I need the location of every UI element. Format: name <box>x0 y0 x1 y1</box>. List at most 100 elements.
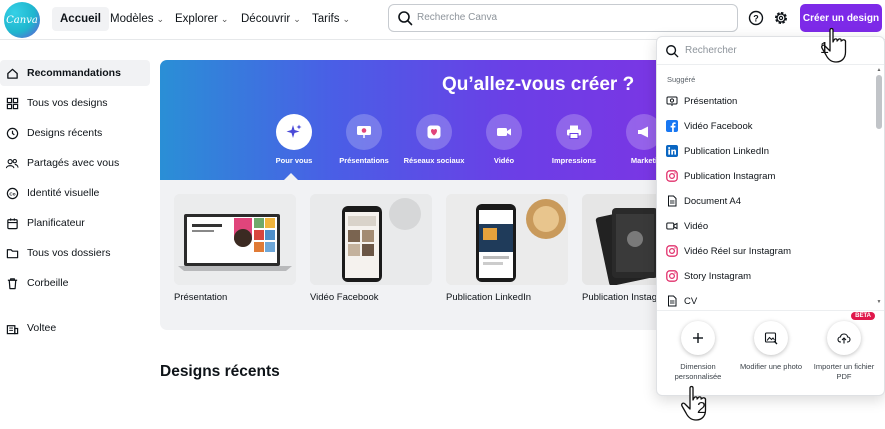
sidebar-item-label: Partagés avec vous <box>27 157 120 169</box>
action-label: Modifier une photo <box>739 362 803 371</box>
sidebar-item-shared[interactable]: Partagés avec vous <box>0 150 150 176</box>
step-2-annotation: 2 <box>697 400 706 417</box>
card-label: Publication Instag <box>582 292 657 303</box>
dropdown-item-label: Vidéo Facebook <box>684 120 753 132</box>
sidebar-item-brand[interactable]: Co Identité visuelle <box>0 180 150 206</box>
dropdown-scrollbar[interactable]: ▲ ▼ <box>876 67 882 307</box>
card-presentation-thumbnail[interactable] <box>174 194 296 285</box>
sidebar-item-recommandations[interactable]: Recommandations <box>0 60 150 86</box>
recent-designs-heading: Designs récents <box>160 363 280 380</box>
gear-icon <box>775 12 787 24</box>
instagram-icon <box>665 170 678 183</box>
laptop-presentation-image <box>174 194 296 285</box>
category-print[interactable]: Impressions <box>540 114 608 165</box>
chevron-down-icon: ⌄ <box>156 14 165 24</box>
global-search-input[interactable]: Recherche Canva <box>388 4 738 32</box>
scroll-down-arrow-icon[interactable]: ▼ <box>876 299 882 305</box>
nav-decouvrir[interactable]: Découvrir ⌄ <box>233 7 309 31</box>
dropdown-item-label: Présentation <box>684 95 738 107</box>
nav-label: Accueil <box>60 13 101 25</box>
nav-label: Modèles <box>110 13 154 25</box>
dropdown-item-label: Publication LinkedIn <box>684 145 770 157</box>
create-design-dropdown: Rechercher Suggéré Présentation Vidéo Fa… <box>656 36 885 396</box>
nav-accueil[interactable]: Accueil <box>52 7 109 31</box>
import-pdf-button[interactable]: BÊTA Importer un fichier PDF <box>809 312 879 382</box>
category-label: Impressions <box>551 156 597 165</box>
settings-button[interactable] <box>771 8 791 28</box>
search-icon <box>666 45 679 58</box>
dropdown-item-cv[interactable]: CV <box>665 290 865 312</box>
sidebar-item-all-designs[interactable]: Tous vos designs <box>0 90 150 116</box>
dropdown-item-label: Vidéo <box>684 220 709 232</box>
dropdown-item-instagram-post[interactable]: Publication Instagram <box>665 165 865 187</box>
presentation-icon <box>665 95 678 108</box>
sidebar-item-label: Corbeille <box>27 277 69 289</box>
card-label: Publication LinkedIn <box>446 292 532 303</box>
category-social[interactable]: Réseaux sociaux <box>400 114 468 165</box>
dropdown-item-label: Vidéo Réel sur Instagram <box>684 245 792 257</box>
printer-icon <box>556 114 592 150</box>
category-marketing[interactable]: Marketi <box>610 114 660 165</box>
category-for-you[interactable]: Pour vous <box>260 114 328 165</box>
dropdown-item-a4-document[interactable]: Document A4 <box>665 190 865 212</box>
dropdown-item-instagram-reel[interactable]: Vidéo Réel sur Instagram <box>665 240 865 262</box>
dropdown-item-video[interactable]: Vidéo <box>665 215 865 237</box>
presentation-icon <box>346 114 382 150</box>
video-icon <box>665 220 678 233</box>
category-label: Pour vous <box>275 156 313 165</box>
sidebar-item-team[interactable]: Voltee <box>0 315 150 341</box>
calendar-icon <box>5 216 19 230</box>
scrollbar-thumb[interactable] <box>876 75 882 129</box>
search-icon <box>398 11 413 26</box>
category-presentations[interactable]: Présentations <box>330 114 398 165</box>
canva-logo[interactable]: Canva <box>4 2 40 38</box>
edit-photo-button[interactable]: Modifier une photo <box>736 321 806 372</box>
facebook-icon <box>665 120 678 133</box>
sidebar-item-planner[interactable]: Planificateur <box>0 210 150 236</box>
video-icon <box>486 114 522 150</box>
design-suggestions: Présentation Vidéo Facebook Publication … <box>160 180 704 330</box>
nav-label: Explorer <box>175 13 218 25</box>
sidebar-item-label: Recommandations <box>27 67 121 79</box>
sidebar-item-recent-designs[interactable]: Designs récents <box>0 120 150 146</box>
people-icon <box>5 156 19 170</box>
sidebar-item-label: Voltee <box>27 322 57 334</box>
nav-modeles[interactable]: Modèles ⌄ <box>102 7 172 31</box>
dropdown-item-facebook-video[interactable]: Vidéo Facebook <box>665 115 865 137</box>
sidebar-item-label: Planificateur <box>27 217 85 229</box>
sidebar-item-folders[interactable]: Tous vos dossiers <box>0 240 150 266</box>
sidebar-item-label: Tous vos designs <box>27 97 108 109</box>
logo-text: Canva <box>6 14 38 26</box>
dropdown-item-instagram-story[interactable]: Story Instagram <box>665 265 865 287</box>
sidebar-item-label: Tous vos dossiers <box>27 247 111 259</box>
scroll-up-arrow-icon[interactable]: ▲ <box>876 67 882 73</box>
nav-explorer[interactable]: Explorer ⌄ <box>167 7 236 31</box>
custom-size-button[interactable]: Dimension personnalisée <box>663 321 733 382</box>
phone-linkedin-image <box>446 194 568 285</box>
chevron-down-icon: ⌄ <box>293 14 301 24</box>
category-label: Vidéo <box>493 156 515 165</box>
nav-tarifs[interactable]: Tarifs ⌄ <box>304 7 358 31</box>
dropdown-item-presentation[interactable]: Présentation <box>665 90 865 112</box>
step-1-annotation: 1 <box>820 40 829 57</box>
dropdown-item-linkedin-post[interactable]: Publication LinkedIn <box>665 140 865 162</box>
card-linkedin-post-thumbnail[interactable] <box>446 194 568 285</box>
document-icon <box>665 295 678 308</box>
svg-text:Co: Co <box>9 191 15 196</box>
card-label: Vidéo Facebook <box>310 292 379 303</box>
nav-label: Tarifs <box>312 13 340 25</box>
folder-icon <box>5 246 19 260</box>
instagram-icon <box>665 270 678 283</box>
nav-label: Découvrir <box>241 13 291 25</box>
section-heading: Suggéré <box>667 75 696 84</box>
action-label: Importer un fichier PDF <box>813 362 875 381</box>
sparkle-icon <box>276 114 312 150</box>
instagram-icon <box>665 245 678 258</box>
sidebar-item-trash[interactable]: Corbeille <box>0 270 150 296</box>
category-video[interactable]: Vidéo <box>470 114 538 165</box>
heart-icon <box>416 114 452 150</box>
card-facebook-video-thumbnail[interactable] <box>310 194 432 285</box>
grid-icon <box>5 96 19 110</box>
dropdown-item-label: Story Instagram <box>684 270 752 282</box>
help-button[interactable]: ? <box>746 8 766 28</box>
